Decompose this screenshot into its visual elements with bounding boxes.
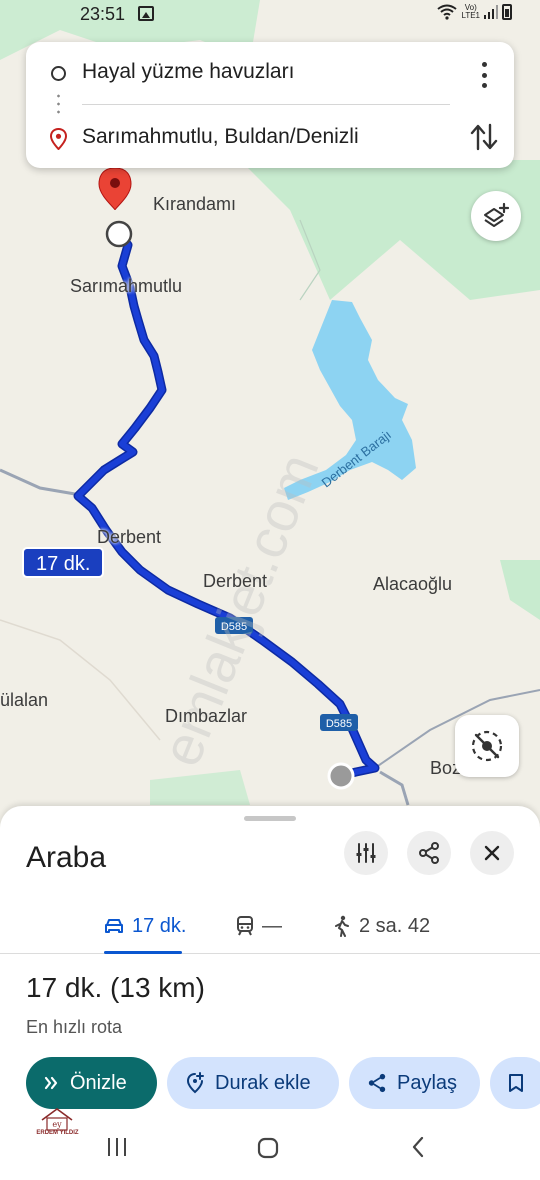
tab-driving[interactable]: 17 dk. (104, 898, 186, 954)
share-icon (419, 842, 439, 864)
card-divider (82, 104, 450, 105)
close-sheet-button[interactable] (470, 831, 514, 875)
dot-icon (481, 83, 487, 88)
preview-button[interactable]: Önizle (26, 1057, 157, 1109)
dot-icon (481, 62, 487, 67)
double-chevron-right-icon (44, 1076, 58, 1090)
sheet-title: Araba (26, 841, 107, 874)
share-icon (368, 1073, 386, 1093)
map-label-derbent-2: Derbent (203, 571, 268, 591)
signal-icon (484, 5, 498, 19)
route-end-point (327, 762, 355, 790)
volte-indicator: Vo) LTE1 (461, 4, 480, 20)
route-dots-icon (57, 92, 60, 118)
wifi-icon (437, 4, 458, 20)
share-label: Paylaş (397, 1071, 458, 1094)
route-subtitle: En hızlı rota (26, 1017, 123, 1037)
road-shield-2-text: D585 (326, 718, 352, 730)
directions-card: Hayal yüzme havuzları Sarımahmutlu, Buld… (26, 42, 514, 168)
recenter-button[interactable] (455, 715, 519, 777)
lte-label: LTE1 (461, 11, 480, 20)
status-indicators: Vo) LTE1 (437, 4, 512, 20)
map-label-alacaoglu: Alacaoğlu (373, 574, 453, 594)
preview-label: Önizle (70, 1071, 127, 1094)
add-stop-label: Durak ekle (215, 1071, 311, 1094)
route-options-button[interactable] (344, 831, 388, 875)
battery-icon (502, 4, 512, 20)
location-off-icon (471, 730, 503, 762)
layers-icon (484, 202, 510, 227)
walk-icon (335, 915, 349, 937)
active-tab-indicator (104, 951, 182, 954)
origin-input[interactable]: Hayal yüzme havuzları (82, 60, 294, 84)
add-stop-button[interactable]: Durak ekle (167, 1057, 339, 1109)
share-route-button[interactable] (407, 831, 451, 875)
save-button[interactable] (490, 1057, 540, 1109)
tab-transit[interactable]: — (236, 898, 282, 954)
map-label-dimbazlar: Dımbazlar (165, 706, 248, 726)
dot-icon (481, 72, 487, 78)
tab-walking[interactable]: 2 sa. 42 (333, 898, 430, 954)
share-button[interactable]: Paylaş (349, 1057, 480, 1109)
swap-directions-button[interactable] (470, 122, 498, 152)
gallery-notification-icon (138, 6, 154, 21)
back-button[interactable] (410, 1136, 426, 1158)
map-label-ulalan: ülalan (0, 690, 49, 710)
layers-button[interactable] (471, 191, 521, 241)
map-label-sarimahmutlu: Sarımahmutlu (70, 276, 183, 296)
destination-input[interactable]: Sarımahmutlu, Buldan/Denizli (82, 125, 359, 149)
transit-icon (237, 916, 253, 936)
map-label-derbent: Derbent (97, 527, 162, 547)
recent-apps-button[interactable] (105, 1136, 129, 1158)
destination-pin-outline-icon (50, 128, 67, 150)
travel-mode-tabs: 17 dk. — 2 sa. 42 (0, 898, 540, 954)
sheet-drag-handle[interactable] (244, 816, 296, 821)
more-options-button[interactable] (472, 62, 496, 88)
add-location-icon (186, 1072, 204, 1094)
close-icon (484, 845, 500, 861)
route-origin-point (105, 220, 133, 248)
status-bar: 23:51 Vo) LTE1 (0, 0, 540, 30)
bookmark-icon (509, 1074, 523, 1092)
car-icon (105, 919, 123, 933)
tune-icon (356, 843, 376, 863)
route-summary: 17 dk. (13 km) (26, 972, 205, 1003)
home-button[interactable] (256, 1136, 280, 1160)
map-label-kirandami: Kırandamı (153, 194, 237, 214)
origin-circle-icon (51, 66, 66, 81)
tab-transit-label: — (262, 914, 282, 937)
route-time-chip[interactable]: 17 dk. (22, 547, 105, 578)
status-time: 23:51 (80, 4, 126, 24)
action-buttons: Önizle Durak ekle Paylaş (26, 1057, 540, 1109)
system-navigation-bar (0, 1120, 540, 1180)
tab-driving-label: 17 dk. (132, 914, 187, 937)
road-shield-2: D585 (320, 714, 358, 731)
tab-walking-label: 2 sa. 42 (359, 914, 431, 937)
